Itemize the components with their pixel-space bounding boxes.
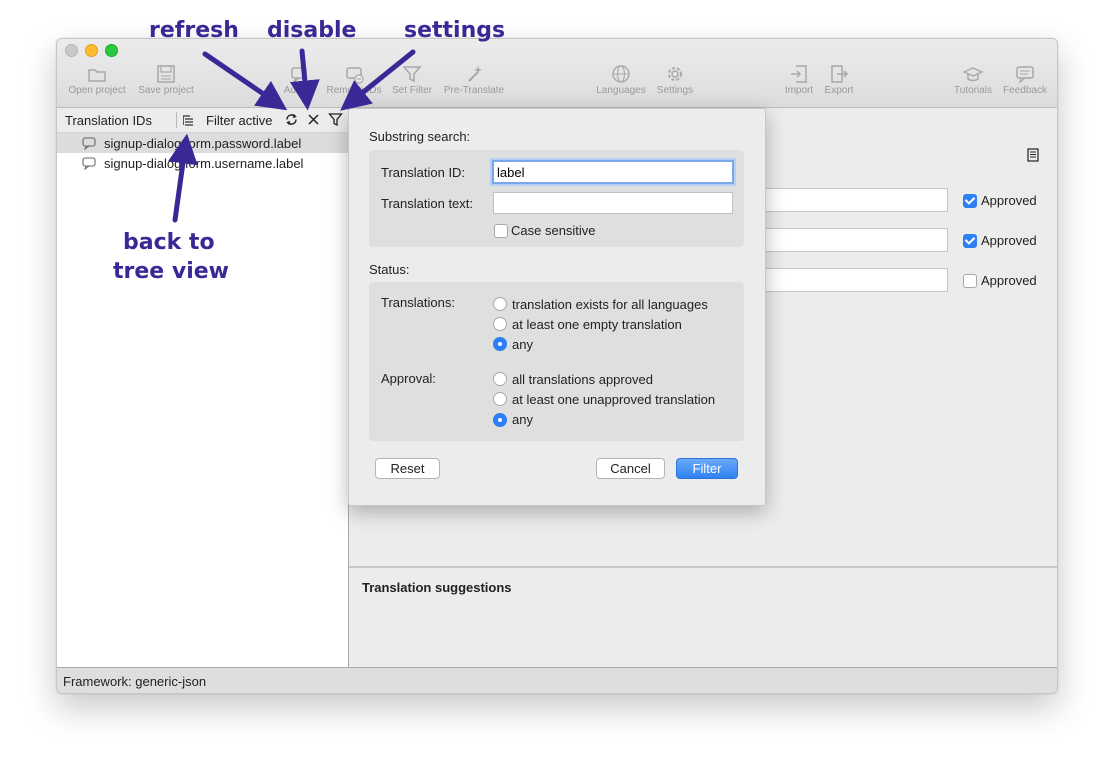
folder-icon [63,63,131,85]
funnel-icon [388,63,436,85]
notes-icon[interactable] [1027,148,1039,162]
graduation-cap-icon [949,63,997,85]
zoom-window-button[interactable] [105,44,118,57]
minimize-window-button[interactable] [85,44,98,57]
translation-suggestions-title: Translation suggestions [362,580,512,595]
translation-id-label: signup-dialog.form.password.label [104,136,302,151]
translation-id-row[interactable]: signup-dialog.form.password.label [57,133,348,153]
translation-ids-pane: Translation IDs Filter active signup-dia… [57,108,349,667]
option-label: at least one unapproved translation [512,392,716,407]
translation-id-label: Translation ID: [381,165,466,180]
annotation-disable: disable [267,18,357,43]
radio-translations-any[interactable] [493,337,507,351]
tutorials-button[interactable]: Tutorials [949,63,997,103]
feedback-icon [999,63,1051,85]
header-divider [176,112,177,128]
filter-active-label: Filter active [206,113,273,128]
open-project-button[interactable]: Open project [63,63,131,103]
annotation-back-to-tree-view: back to [123,230,215,255]
close-window-button[interactable] [65,44,78,57]
radio-approval-one-unapproved[interactable] [493,392,507,406]
remove-ids-button[interactable]: Remove IDs [323,63,385,103]
radio-approval-all-approved[interactable] [493,372,507,386]
translation-id-row[interactable]: signup-dialog.form.username.label [57,153,348,173]
comment-icon [82,157,96,170]
translation-id-input[interactable] [492,160,734,184]
radio-translations-one-empty[interactable] [493,317,507,331]
annotation-settings: settings [404,18,506,43]
filter-button[interactable]: Filter [676,458,738,479]
option-label: any [512,412,533,427]
status-bar: Framework: generic-json [57,667,1057,693]
translation-input[interactable] [763,268,948,292]
cancel-button[interactable]: Cancel [596,458,665,479]
filter-popover: Substring search: Translation ID: Transl… [348,108,766,506]
add-id-button[interactable]: Add ID [279,63,319,103]
comment-remove-icon [323,63,385,85]
approval-label: Approval: [381,371,436,386]
translation-ids-header: Translation IDs Filter active [57,108,348,133]
globe-icon [593,63,649,85]
comment-icon [82,137,96,150]
case-sensitive-checkbox[interactable] [494,224,508,238]
disable-filter-icon[interactable] [306,112,321,127]
option-label: at least one empty translation [512,317,682,332]
framework-label: Framework: generic-json [63,674,207,689]
save-project-button[interactable]: Save project [133,63,199,103]
translations-label: Translations: [381,295,455,310]
translation-id-label: signup-dialog.form.username.label [104,156,304,171]
import-icon [779,63,819,85]
toolbar: Open project Save project Add ID Remove … [57,39,1057,108]
translation-input[interactable] [763,228,948,252]
option-label: all translations approved [512,372,653,387]
pre-translate-button[interactable]: Pre-Translate [440,63,508,103]
translation-ids-title: Translation IDs [65,113,152,128]
export-button[interactable]: Export [819,63,859,103]
set-filter-button[interactable]: Set Filter [388,63,436,103]
gear-icon [653,63,697,85]
import-button[interactable]: Import [779,63,819,103]
refresh-icon[interactable] [284,112,299,127]
case-sensitive-label: Case sensitive [511,223,596,238]
option-label: any [512,337,533,352]
feedback-button[interactable]: Feedback [999,63,1051,103]
magic-wand-icon [440,63,508,85]
tree-view-icon[interactable] [181,113,195,127]
languages-button[interactable]: Languages [593,63,649,103]
settings-button[interactable]: Settings [653,63,697,103]
radio-approval-any[interactable] [493,413,507,427]
checkbox-checked[interactable] [963,234,977,248]
reset-button[interactable]: Reset [375,458,440,479]
substring-search-heading: Substring search: [369,129,471,144]
floppy-icon [133,63,199,85]
annotation-back-to-tree-view: tree view [113,259,229,284]
translation-text-label: Translation text: [381,196,474,211]
checkbox-checked[interactable] [963,194,977,208]
translation-suggestions-panel: Translation suggestions [349,566,1057,669]
checkbox-unchecked[interactable] [963,274,977,288]
translation-text-input[interactable] [493,192,733,214]
filter-settings-icon[interactable] [328,112,343,127]
translation-input[interactable] [763,188,948,212]
export-icon [819,63,859,85]
comment-add-icon [279,63,319,85]
status-heading: Status: [369,262,410,277]
radio-translations-all-exist[interactable] [493,297,507,311]
option-label: translation exists for all languages [512,297,708,312]
annotation-refresh: refresh [149,18,239,43]
